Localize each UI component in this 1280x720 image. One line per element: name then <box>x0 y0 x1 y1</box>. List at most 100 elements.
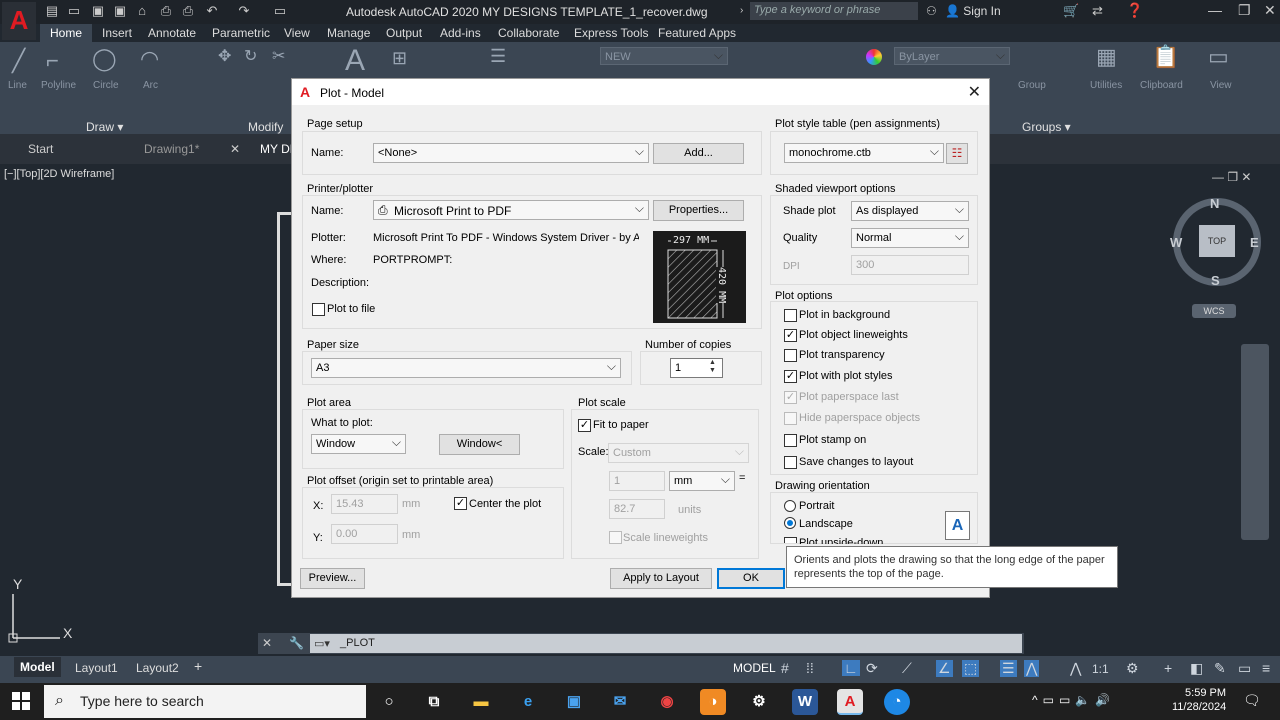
tab-annotate[interactable]: Annotate <box>146 24 198 42</box>
groups-panel-label[interactable]: Groups ▾ <box>1022 120 1071 134</box>
plot-style-select[interactable]: monochrome.ctb <box>784 143 944 163</box>
color-wheel-icon[interactable] <box>866 49 882 65</box>
tab-insert[interactable]: Insert <box>100 24 134 42</box>
zoom-app-icon[interactable]: ◔ <box>884 689 910 715</box>
compass-north[interactable]: N <box>1210 196 1219 211</box>
plot-object-lineweights-checkbox[interactable]: ✓ <box>784 329 797 342</box>
move-icon[interactable]: ✥ <box>218 46 231 66</box>
store-icon[interactable]: ▣ <box>561 689 587 715</box>
arc-icon[interactable]: ◠ <box>140 46 159 72</box>
dpi-input[interactable]: 300 <box>851 255 969 275</box>
print-icon[interactable]: ⎙ <box>180 3 196 19</box>
viewport-controls[interactable]: [−][Top][2D Wireframe] <box>4 168 114 180</box>
customize-icon[interactable]: 🔧 <box>289 636 304 650</box>
dimension-icon[interactable]: ⊞ <box>392 48 407 69</box>
draw-panel-label[interactable]: Draw ▾ <box>86 120 123 134</box>
modify-panel-label[interactable]: Modify <box>248 120 283 134</box>
tab-drawing1[interactable]: Drawing1* <box>144 142 199 156</box>
restore-icon[interactable]: ❐ <box>1238 2 1251 19</box>
scale-lineweights-checkbox[interactable] <box>609 531 622 544</box>
tab-start[interactable]: Start <box>28 142 53 156</box>
circle-icon[interactable]: ◯ <box>92 46 117 72</box>
file-explorer-icon[interactable]: ▬ <box>468 689 494 715</box>
annotation-visibility-icon[interactable]: ⋀ <box>1024 660 1040 677</box>
save-changes-checkbox[interactable] <box>784 456 797 469</box>
annotation-add-icon[interactable]: + <box>1164 660 1172 676</box>
annotation-scale-icon[interactable]: ⋀ <box>1070 660 1081 677</box>
bylayer-select[interactable]: ByLayer <box>894 47 1010 65</box>
window-pick-button[interactable]: Window< <box>439 434 520 455</box>
open-folder-icon[interactable]: ▭ <box>66 3 82 19</box>
layer-select[interactable]: NEW <box>600 47 728 65</box>
viewport-window-controls[interactable]: — ❐ ✕ <box>1212 170 1251 184</box>
status-menu-icon[interactable]: ≡ <box>1262 660 1270 676</box>
view-panel-icon[interactable]: ▭ <box>1208 44 1229 70</box>
tab-add-ins[interactable]: Add-ins <box>438 24 483 42</box>
object-snap-tracking-icon[interactable]: ∠ <box>936 660 953 677</box>
plot-icon[interactable]: ⎙ <box>158 3 174 19</box>
cart-icon[interactable]: 🛒 <box>1063 3 1079 19</box>
isolate-objects-icon[interactable]: ◧ <box>1190 660 1203 677</box>
isodraft-icon[interactable]: ⟋ <box>902 660 912 677</box>
undo-icon[interactable]: ↶ <box>204 3 220 19</box>
scale-drawing-units-input[interactable]: 82.7 <box>609 499 665 519</box>
task-view-icon[interactable]: ⧉ <box>421 689 447 715</box>
command-input[interactable]: _PLOT <box>310 634 1022 653</box>
copies-spinner[interactable]: ▲ ▼ <box>709 359 716 375</box>
preview-button[interactable]: Preview... <box>300 568 365 589</box>
compass-south[interactable]: S <box>1211 273 1220 288</box>
close-icon[interactable]: ✕ <box>968 82 981 102</box>
office-app-icon[interactable]: ◑ <box>700 689 726 715</box>
text-icon[interactable]: A <box>345 44 365 78</box>
page-setup-select[interactable]: <None> <box>373 143 649 163</box>
hardware-acceleration-icon[interactable]: ✎ <box>1214 660 1226 677</box>
plot-paperspace-last-checkbox[interactable]: ✓ <box>784 391 797 404</box>
tab-home[interactable]: Home <box>40 24 93 42</box>
tab-featured-apps[interactable]: Featured Apps <box>656 24 738 42</box>
tab-layout1[interactable]: Layout1 <box>75 661 118 675</box>
exchange-icon[interactable]: ⇄ <box>1092 3 1103 19</box>
quality-select[interactable]: Normal <box>851 228 969 248</box>
wcs-menu[interactable]: WCS <box>1192 304 1236 318</box>
annotation-scale-value[interactable]: 1:1 <box>1092 662 1109 676</box>
center-plot-checkbox[interactable]: ✓ <box>454 497 467 510</box>
what-to-plot-select[interactable]: Window <box>311 434 406 454</box>
new-file-icon[interactable]: ▤ <box>44 3 60 19</box>
help-icon[interactable]: ❓ <box>1126 2 1143 19</box>
close-command-icon[interactable]: ✕ <box>262 636 272 650</box>
notifications-icon[interactable]: 🗨 <box>1243 692 1261 709</box>
save-as-icon[interactable]: ▣ <box>112 3 128 19</box>
word-icon[interactable]: W <box>792 689 818 715</box>
clipboard-icon[interactable]: 📋 <box>1152 44 1179 70</box>
plot-with-styles-checkbox[interactable]: ✓ <box>784 370 797 383</box>
utilities-icon[interactable]: ▦ <box>1096 44 1117 70</box>
add-page-setup-button[interactable]: Add... <box>653 143 744 164</box>
share-icon[interactable]: ▭ <box>272 3 288 19</box>
apply-to-layout-button[interactable]: Apply to Layout <box>610 568 712 589</box>
help-search-input[interactable]: Type a keyword or phrase <box>750 2 918 20</box>
close-window-icon[interactable]: ✕ <box>1264 2 1276 19</box>
polyline-icon[interactable]: ⌐ <box>46 48 59 74</box>
redo-icon[interactable]: ↷ <box>236 3 252 19</box>
scale-select[interactable]: Custom <box>608 443 749 463</box>
edge-icon[interactable]: e <box>515 689 541 715</box>
tab-parametric[interactable]: Parametric <box>210 24 272 42</box>
tab-express-tools[interactable]: Express Tools <box>572 24 650 42</box>
object-snap-icon[interactable]: ⬚ <box>962 660 980 677</box>
rotate-icon[interactable]: ↻ <box>244 46 257 66</box>
ok-button[interactable]: OK <box>717 568 785 589</box>
landscape-radio[interactable] <box>784 517 796 529</box>
paper-size-select[interactable]: A3 <box>311 358 621 378</box>
taskbar-clock[interactable]: 5:59 PM 11/28/2024 <box>1172 686 1226 714</box>
tab-model[interactable]: Model <box>14 657 61 677</box>
offset-x-input[interactable]: 15.43 <box>331 494 398 514</box>
tab-manage[interactable]: Manage <box>325 24 372 42</box>
workspace-gear-icon[interactable]: ⚙ <box>1126 660 1139 677</box>
windows-start-icon[interactable] <box>12 692 30 710</box>
hide-paperspace-objects-checkbox[interactable] <box>784 412 797 425</box>
portrait-radio[interactable] <box>784 500 796 512</box>
line-icon[interactable]: ╱ <box>12 48 25 74</box>
close-tab-icon[interactable]: ✕ <box>230 142 240 156</box>
clean-screen-icon[interactable]: ▭ <box>1238 660 1251 677</box>
save-icon[interactable]: ▣ <box>90 3 106 19</box>
